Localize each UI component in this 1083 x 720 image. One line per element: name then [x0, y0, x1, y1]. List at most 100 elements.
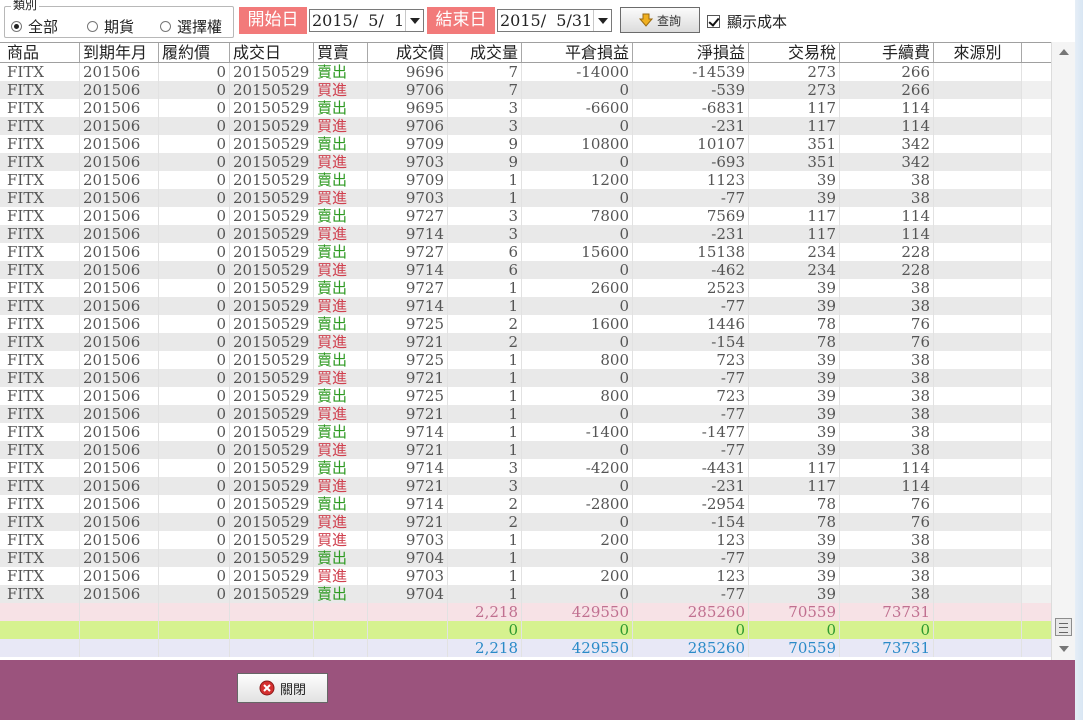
cell-product: FITX [4, 441, 80, 459]
cell-strike: 0 [159, 351, 230, 369]
table-row[interactable]: FITX 201506 0 20150529 買進 9714 6 0 -462 234 228 [0, 261, 1051, 279]
table-row[interactable]: FITX 201506 0 20150529 賣出 9709 1 1200 1123 39 38 [0, 171, 1051, 189]
column-header-strike[interactable]: 履約價 [159, 43, 230, 62]
column-header-quantity[interactable]: 成交量 [448, 43, 522, 62]
cell-strike: 0 [159, 315, 230, 333]
cell-source [934, 297, 1022, 315]
table-row[interactable]: FITX 201506 0 20150529 賣出 9704 1 0 -77 39 38 [0, 585, 1051, 603]
cell-strike: 0 [159, 333, 230, 351]
table-row[interactable]: FITX 201506 0 20150529 買進 9721 1 0 -77 39 38 [0, 441, 1051, 459]
table-row[interactable]: FITX 201506 0 20150529 買進 9714 1 0 -77 39 38 [0, 297, 1051, 315]
summary-cell-side [314, 621, 368, 639]
vertical-scrollbar[interactable] [1051, 42, 1075, 660]
table-row[interactable]: FITX 201506 0 20150529 賣出 9714 1 -1400 -1477 39 38 [0, 423, 1051, 441]
table-row[interactable]: FITX 201506 0 20150529 賣出 9727 6 15600 15138 234 2… [0, 243, 1051, 261]
table-row[interactable]: FITX 201506 0 20150529 買進 9721 1 0 -77 39 38 [0, 405, 1051, 423]
scroll-down-icon[interactable] [1056, 642, 1072, 656]
column-header-trade-date[interactable]: 成交日 [230, 43, 314, 62]
column-header-expiry[interactable]: 到期年月 [80, 43, 159, 62]
column-header-net-pnl[interactable]: 淨損益 [633, 43, 749, 62]
cell-product: FITX [4, 81, 80, 99]
table-row[interactable]: FITX 201506 0 20150529 買進 9721 2 0 -154 78 76 [0, 333, 1051, 351]
table-row[interactable]: FITX 201506 0 20150529 買進 9714 3 0 -231 117 114 [0, 225, 1051, 243]
cell-trade-date: 20150529 [230, 333, 314, 351]
radio-futures-dot[interactable] [87, 20, 98, 32]
table-row[interactable]: FITX 201506 0 20150529 賣出 9695 3 -6600 -6831 117 1… [0, 99, 1051, 117]
cell-strike: 0 [159, 585, 230, 603]
cell-tax: 39 [749, 189, 840, 207]
cell-close-pnl: -1400 [522, 423, 633, 441]
query-button[interactable]: 查詢 [620, 7, 700, 33]
table-row[interactable]: FITX 201506 0 20150529 賣出 9725 2 1600 1446 78 76 [0, 315, 1051, 333]
cell-product: FITX [4, 153, 80, 171]
column-header-fee[interactable]: 手續費 [840, 43, 934, 62]
cell-fee: 76 [840, 495, 934, 513]
table-row[interactable]: FITX 201506 0 20150529 賣出 9709 9 10800 10107 351 3… [0, 135, 1051, 153]
cell-source [934, 279, 1022, 297]
table-row[interactable]: FITX 201506 0 20150529 買進 9721 3 0 -231 117 114 [0, 477, 1051, 495]
radio-futures[interactable]: 期貨 [87, 18, 134, 36]
table-row[interactable]: FITX 201506 0 20150529 買進 9721 2 0 -154 78 76 [0, 513, 1051, 531]
table-row[interactable]: FITX 201506 0 20150529 買進 9703 1 0 -77 39 38 [0, 189, 1051, 207]
table-row[interactable]: FITX 201506 0 20150529 賣出 9714 3 -4200 -4431 117 1… [0, 459, 1051, 477]
radio-options-dot[interactable] [160, 20, 171, 32]
table-row[interactable]: FITX 201506 0 20150529 買進 9706 7 0 -539 273 266 [0, 81, 1051, 99]
radio-options-label: 選擇權 [177, 17, 223, 36]
cell-tax: 273 [749, 81, 840, 99]
column-header-product[interactable]: 商品 [4, 43, 80, 62]
cell-tax: 234 [749, 261, 840, 279]
radio-all-dot[interactable] [11, 20, 22, 32]
show-cost-checkbox[interactable]: 顯示成本 [707, 11, 787, 32]
checkbox-checked-icon[interactable] [707, 15, 720, 28]
cell-strike: 0 [159, 207, 230, 225]
start-date-label: 開始日 [239, 7, 307, 34]
table-row[interactable]: FITX 201506 0 20150529 賣出 9704 1 0 -77 39 38 [0, 549, 1051, 567]
row-filler [1022, 477, 1051, 495]
cell-trade-date: 20150529 [230, 549, 314, 567]
column-header-tax[interactable]: 交易稅 [749, 43, 840, 62]
table-row[interactable]: FITX 201506 0 20150529 賣出 9696 7 -14000 -14539 27… [0, 63, 1051, 81]
cell-tax: 39 [749, 405, 840, 423]
cell-price: 9721 [368, 441, 448, 459]
start-date-picker[interactable]: 2015/ 5/ 1 [309, 9, 424, 32]
table-row[interactable]: FITX 201506 0 20150529 賣出 9714 2 -2800 -2954 78 76 [0, 495, 1051, 513]
table-header: 商品 到期年月 履約價 成交日 買賣 成交價 成交量 平倉損益 淨損益 交易稅 手續費 來源別 [0, 42, 1051, 63]
summary-cell-trade-date [230, 621, 314, 639]
cell-tax: 78 [749, 315, 840, 333]
column-header-source[interactable]: 來源別 [934, 43, 1022, 62]
column-header-side[interactable]: 買賣 [314, 43, 368, 62]
chevron-down-icon[interactable] [405, 10, 423, 31]
cell-expiry: 201506 [80, 423, 159, 441]
scroll-thumb[interactable] [1055, 618, 1072, 636]
chevron-down-icon[interactable] [593, 10, 611, 31]
cell-price: 9709 [368, 171, 448, 189]
table-row[interactable]: FITX 201506 0 20150529 賣出 9725 1 800 723 39 38 [0, 351, 1051, 369]
cell-tax: 234 [749, 243, 840, 261]
table-row[interactable]: FITX 201506 0 20150529 買進 9706 3 0 -231 117 114 [0, 117, 1051, 135]
cell-price: 9714 [368, 423, 448, 441]
radio-options[interactable]: 選擇權 [160, 17, 223, 36]
cell-trade-date: 20150529 [230, 495, 314, 513]
scroll-up-icon[interactable] [1056, 45, 1072, 59]
table-row[interactable]: FITX 201506 0 20150529 賣出 9725 1 800 723 39 38 [0, 387, 1051, 405]
cell-quantity: 1 [448, 351, 522, 369]
table-row[interactable]: FITX 201506 0 20150529 買進 9721 1 0 -77 39 38 [0, 369, 1051, 387]
cell-expiry: 201506 [80, 117, 159, 135]
column-header-price[interactable]: 成交價 [368, 43, 448, 62]
table-row[interactable]: FITX 201506 0 20150529 買進 9703 9 0 -693 351 342 [0, 153, 1051, 171]
cell-strike: 0 [159, 459, 230, 477]
radio-all[interactable]: 全部 [11, 18, 58, 36]
cell-trade-date: 20150529 [230, 207, 314, 225]
table-row[interactable]: FITX 201506 0 20150529 買進 9703 1 200 123 39 38 [0, 567, 1051, 585]
cell-close-pnl: 800 [522, 387, 633, 405]
table-row[interactable]: FITX 201506 0 20150529 賣出 9727 3 7800 7569 117 114 [0, 207, 1051, 225]
table-row[interactable]: FITX 201506 0 20150529 買進 9703 1 200 123 39 38 [0, 531, 1051, 549]
cell-trade-date: 20150529 [230, 99, 314, 117]
end-date-picker[interactable]: 2015/ 5/31 [497, 9, 612, 32]
cell-net-pnl: 723 [633, 351, 749, 369]
cell-side: 賣出 [314, 135, 368, 153]
cell-quantity: 1 [448, 567, 522, 585]
table-row[interactable]: FITX 201506 0 20150529 賣出 9727 1 2600 2523 39 38 [0, 279, 1051, 297]
column-header-close-pnl[interactable]: 平倉損益 [522, 43, 633, 62]
close-button[interactable]: 關閉 [237, 673, 328, 703]
